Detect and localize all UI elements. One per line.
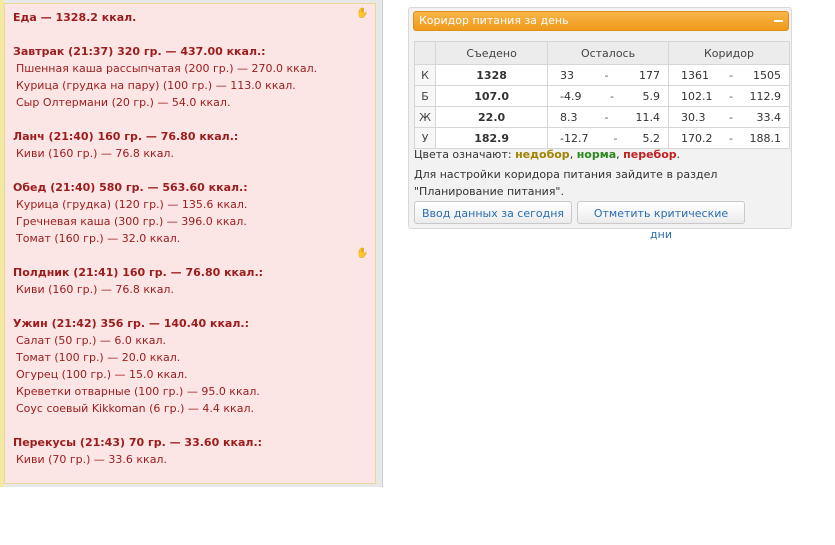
food-item: Гречневая каша (300 гр.) — 396.0 ккал. bbox=[16, 215, 247, 228]
corridor-min: 1361 bbox=[681, 68, 709, 82]
corridor-header[interactable]: Коридор питания за день bbox=[413, 11, 789, 31]
range-dash: - bbox=[729, 89, 733, 103]
meal-heading: Обед (21:40) 580 гр. — 563.60 ккал.: bbox=[13, 181, 248, 194]
legend-end: . bbox=[676, 148, 681, 161]
table-row: У 182.9 -12.7 - 5.2 170.2 - 188.1 bbox=[413, 127, 790, 149]
food-item: Салат (50 гр.) — 6.0 ккал. bbox=[16, 334, 166, 347]
food-item: Курица (грудка) (120 гр.) — 135.6 ккал. bbox=[16, 198, 248, 211]
legend-over: перебор bbox=[623, 148, 677, 161]
corridor-title: Коридор питания за день bbox=[419, 14, 569, 27]
food-item: Томат (160 гр.) — 32.0 ккал. bbox=[16, 232, 181, 245]
range-dash: - bbox=[729, 131, 733, 145]
table-row: Ж 22.0 8.3 - 11.4 30.3 - 33.4 bbox=[413, 106, 790, 128]
remaining-range: -12.7 - 5.2 bbox=[547, 127, 669, 149]
food-item: Курица (грудка на пару) (100 гр.) — 113.… bbox=[16, 79, 296, 92]
meal-heading: Полдник (21:41) 160 гр. — 76.80 ккал.: bbox=[13, 266, 264, 279]
settings-note: Для настройки коридора питания зайдите в… bbox=[414, 168, 718, 198]
row-label: К bbox=[413, 64, 437, 86]
food-item: Киви (160 гр.) — 76.8 ккал. bbox=[16, 147, 174, 160]
food-item: Киви (160 гр.) — 76.8 ккал. bbox=[16, 283, 174, 296]
food-item: Соус соевый Kikkoman (6 гр.) — 4.4 ккал. bbox=[16, 402, 254, 415]
food-log-total: Еда — 1328.2 ккал. bbox=[13, 11, 137, 24]
column-header-corridor: Коридор bbox=[668, 41, 790, 65]
food-log-panel: Еда — 1328.2 ккал. Завтрак (21:37) 320 гр… bbox=[0, 0, 383, 487]
remaining-range: 33 - 177 bbox=[547, 64, 669, 86]
eaten-value: 107.0 bbox=[435, 85, 549, 107]
remaining-min: 8.3 bbox=[560, 110, 578, 124]
remaining-range: 8.3 - 11.4 bbox=[547, 106, 669, 128]
remaining-max: 11.4 bbox=[635, 110, 661, 124]
legend-prefix: Цвета означают: bbox=[414, 148, 512, 161]
range-dash: - bbox=[610, 89, 614, 103]
corridor-range: 30.3 - 33.4 bbox=[668, 106, 790, 128]
meal-heading: Ланч (21:40) 160 гр. — 76.80 ккал.: bbox=[13, 130, 239, 143]
mark-critical-days-button[interactable]: Отметить критические дни bbox=[577, 201, 745, 241]
range-dash: - bbox=[729, 110, 733, 124]
food-item: Томат (100 гр.) — 20.0 ккал. bbox=[16, 351, 181, 364]
food-item: Сыр Олтермани (20 гр.) — 54.0 ккал. bbox=[16, 96, 231, 109]
legend-separator: , bbox=[616, 148, 620, 161]
legend-norm: норма bbox=[576, 148, 617, 161]
corridor-range: 1361 - 1505 bbox=[668, 64, 790, 86]
row-label: У bbox=[413, 127, 437, 149]
corridor-min: 30.3 bbox=[681, 110, 706, 124]
corridor-max: 112.9 bbox=[749, 89, 781, 103]
range-dash: - bbox=[604, 110, 609, 124]
corridor-min: 170.2 bbox=[681, 131, 713, 145]
corridor-range: 102.1 - 112.9 bbox=[668, 85, 790, 107]
corridor-table: Съедено Осталось Коридор К 1328 33 - 177 1361… bbox=[413, 41, 790, 149]
remaining-max: 5.9 bbox=[642, 89, 661, 103]
range-dash: - bbox=[613, 131, 618, 145]
remaining-min: -12.7 bbox=[560, 131, 589, 145]
food-log-lines: Еда — 1328.2 ккал. Завтрак (21:37) 320 гр… bbox=[13, 9, 373, 468]
eaten-value: 1328 bbox=[435, 64, 549, 86]
meal-heading: Перекусы (21:43) 70 гр. — 33.60 ккал.: bbox=[13, 436, 263, 449]
food-item: Креветки отварные (100 гр.) — 95.0 ккал. bbox=[16, 385, 260, 398]
eaten-value: 182.9 bbox=[435, 127, 549, 149]
legend-separator: , bbox=[569, 148, 574, 161]
row-label: Б bbox=[413, 85, 437, 107]
table-row: К 1328 33 - 177 1361 - 1505 bbox=[413, 64, 790, 86]
pin-icon: ✋ bbox=[356, 8, 369, 19]
corridor-range: 170.2 - 188.1 bbox=[668, 127, 790, 149]
column-header-remaining: Осталось bbox=[547, 41, 669, 65]
range-dash: - bbox=[604, 68, 609, 82]
corridor-max: 1505 bbox=[752, 68, 781, 82]
remaining-max: 5.2 bbox=[642, 131, 661, 145]
food-item: Киви (70 гр.) — 33.6 ккал. bbox=[16, 453, 167, 466]
remaining-min: 33 bbox=[560, 68, 575, 82]
meal-heading: Завтрак (21:37) 320 гр. — 437.00 ккал.: bbox=[13, 45, 266, 58]
corridor-max: 188.1 bbox=[749, 131, 781, 145]
color-legend: Цвета означают: недобор, норма, перебор. bbox=[414, 148, 680, 161]
table-header-row: Съедено Осталось Коридор bbox=[413, 41, 790, 65]
pin-icon: ✋ bbox=[356, 248, 369, 259]
column-header-eaten: Съедено bbox=[435, 41, 549, 65]
food-log-paper: Еда — 1328.2 ккал. Завтрак (21:37) 320 гр… bbox=[4, 3, 376, 484]
corridor-max: 33.4 bbox=[756, 110, 781, 124]
eaten-value: 22.0 bbox=[435, 106, 549, 128]
remaining-min: -4.9 bbox=[560, 89, 582, 103]
meal-heading: Ужин (21:42) 356 гр. — 140.40 ккал.: bbox=[13, 317, 249, 330]
collapse-icon[interactable] bbox=[774, 20, 783, 22]
legend-under: недобор bbox=[515, 148, 570, 161]
remaining-range: -4.9 - 5.9 bbox=[547, 85, 669, 107]
nutrition-corridor-widget: Коридор питания за день Съедено Осталось… bbox=[408, 7, 792, 241]
food-item: Пшенная каша рассыпчатая (200 гр.) — 270… bbox=[16, 62, 318, 75]
remaining-max: 177 bbox=[639, 68, 660, 82]
range-dash: - bbox=[729, 68, 733, 82]
row-label: Ж bbox=[413, 106, 437, 128]
column-header-label bbox=[413, 41, 437, 65]
table-row: Б 107.0 -4.9 - 5.9 102.1 - 112.9 bbox=[413, 85, 790, 107]
food-item: Огурец (100 гр.) — 15.0 ккал. bbox=[16, 368, 188, 381]
corridor-table-body: К 1328 33-177 1361-1505 Б 107.0 -4.9-5.9 102.1-… bbox=[413, 64, 790, 149]
enter-today-data-button[interactable]: Ввод данных за сегодня bbox=[414, 201, 572, 224]
corridor-min: 102.1 bbox=[681, 89, 713, 103]
